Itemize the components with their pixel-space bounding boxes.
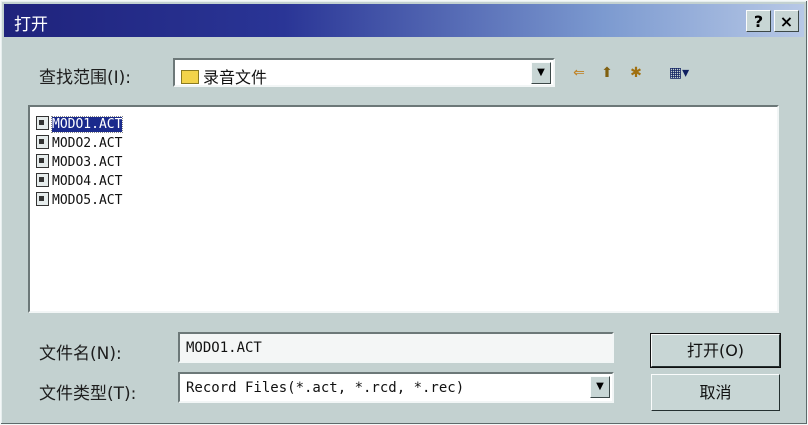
folder-icon (181, 70, 199, 84)
lookin-label: 查找范围(I): (39, 68, 132, 88)
lookin-value: 录音文件 (181, 64, 267, 88)
filetype-value: Record Files(*.act, *.rcd, *.rec) (186, 380, 465, 396)
window-title: 打开 (14, 15, 48, 35)
close-button[interactable]: × (774, 10, 799, 32)
list-item[interactable]: MODO5.ACT (36, 192, 122, 211)
file-list[interactable]: MODO1.ACT MODO2.ACT MODO3.ACT MODO4.ACT … (28, 105, 779, 313)
open-button[interactable]: 打开(O) (650, 333, 781, 368)
file-name: MODO2.ACT (52, 136, 123, 151)
view-menu-icon[interactable]: ▦▾ (661, 64, 697, 82)
back-icon[interactable]: ⇐ (569, 64, 589, 82)
title-bar[interactable]: 打开 ? × (4, 4, 804, 37)
file-name: MODO1.ACT (50, 116, 124, 133)
list-item[interactable]: MODO2.ACT (36, 135, 122, 154)
up-folder-icon[interactable]: ⬆ (597, 64, 617, 82)
list-item[interactable]: MODO1.ACT (36, 116, 124, 135)
list-item[interactable]: MODO4.ACT (36, 173, 122, 192)
filename-label: 文件名(N): (39, 344, 122, 364)
sound-file-icon (36, 154, 49, 168)
sound-file-icon (36, 192, 49, 206)
sound-file-icon (36, 173, 49, 187)
cancel-button[interactable]: 取消 (651, 374, 780, 411)
filetype-label: 文件类型(T): (39, 384, 137, 404)
help-button[interactable]: ? (746, 10, 771, 32)
filetype-dropdown-button[interactable]: ▼ (590, 376, 610, 398)
file-name: MODO3.ACT (52, 155, 123, 170)
new-folder-icon[interactable]: ✱ (625, 64, 647, 82)
file-name: MODO4.ACT (52, 174, 123, 189)
filename-value: MODO1.ACT (186, 340, 262, 356)
sound-file-icon (36, 135, 49, 149)
filetype-combobox[interactable]: Record Files(*.act, *.rcd, *.rec) ▼ (178, 372, 614, 403)
lookin-dropdown-button[interactable]: ▼ (531, 62, 551, 84)
lookin-combobox[interactable]: 录音文件 ▼ (173, 58, 555, 87)
file-name: MODO5.ACT (52, 193, 123, 208)
filename-input[interactable]: MODO1.ACT (178, 332, 614, 363)
open-dialog: 打开 ? × 查找范围(I): 录音文件 ▼ ⇐ ⬆ ✱ ▦▾ MODO1.AC… (0, 0, 808, 425)
list-item[interactable]: MODO3.ACT (36, 154, 122, 173)
sound-file-icon (36, 116, 49, 130)
